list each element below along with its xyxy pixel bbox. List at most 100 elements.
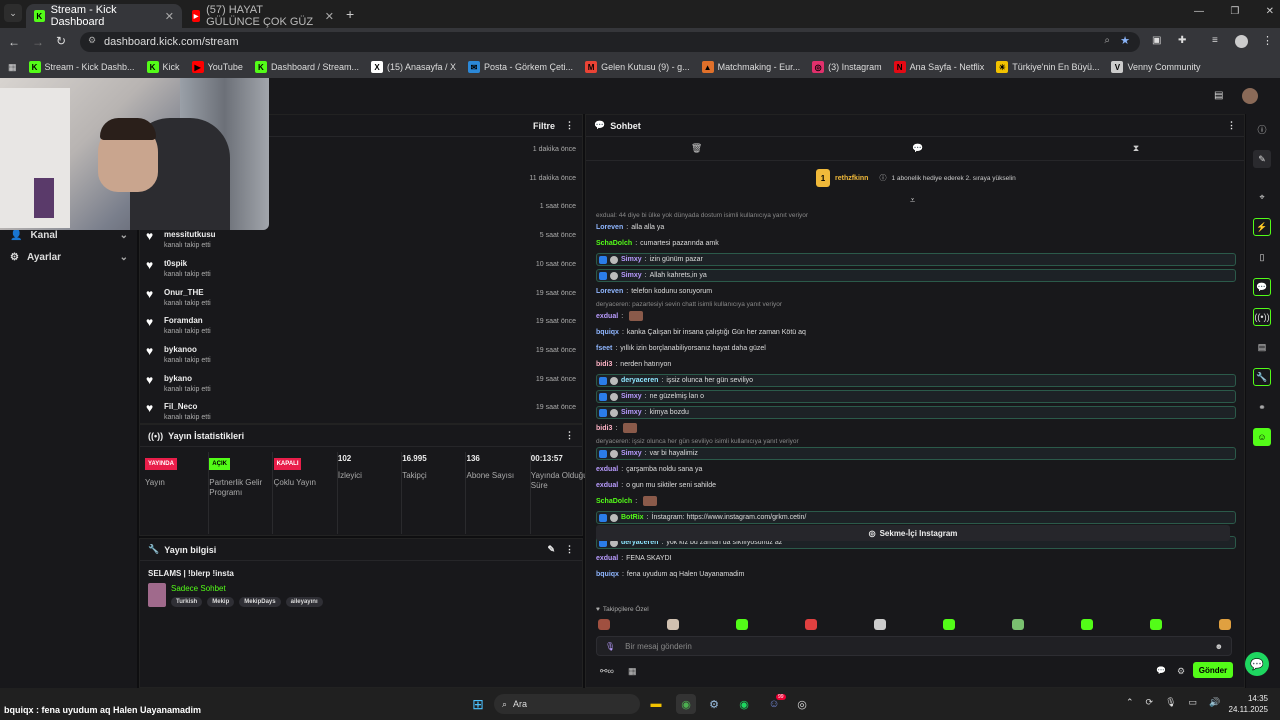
emote-icon[interactable] [1219, 619, 1231, 630]
follower-name[interactable]: bykano [164, 374, 192, 383]
mic-icon[interactable]: 🎙 [605, 642, 615, 651]
tag-chip[interactable]: Turkish [171, 597, 203, 607]
minimize-icon[interactable]: — [1194, 6, 1204, 17]
share-icon[interactable]: ⚭ [1253, 398, 1271, 416]
menu-dots-icon[interactable]: ⋮ [1262, 34, 1273, 47]
collapse-icon[interactable]: ⩡ [910, 195, 915, 206]
category-link[interactable]: Sadece Sohbet [171, 584, 226, 593]
tag-chip[interactable]: Mekip [207, 597, 235, 607]
maximize-icon[interactable]: ❐ [1230, 6, 1239, 17]
close-window-icon[interactable]: ✕ [1266, 6, 1274, 17]
emote-icon[interactable] [1081, 619, 1093, 630]
studio-icon[interactable]: ▤ [1214, 90, 1223, 101]
spotify-icon[interactable]: ◉ [734, 694, 754, 714]
bookmark-star-icon[interactable]: ★ [1120, 34, 1130, 47]
follower-name[interactable]: Foramdan [164, 316, 203, 325]
emote-icon[interactable] [1012, 619, 1024, 630]
follower-name[interactable]: Fil_Neco [164, 402, 197, 411]
chat-username[interactable]: exdual [596, 466, 618, 473]
trash-icon[interactable]: 🗑 [691, 143, 702, 154]
bookmark-item[interactable]: ▶ YouTube [191, 61, 243, 73]
emote-icon[interactable] [943, 619, 955, 630]
chat-username[interactable]: SchaDolch [596, 498, 632, 505]
bot-icon[interactable]: ☺ [1253, 428, 1271, 446]
emote-icon[interactable] [805, 619, 817, 630]
puzzle-icon[interactable]: ✚ [1178, 35, 1186, 46]
zoom-icon[interactable]: ⌕ [1104, 35, 1110, 46]
bookmark-item[interactable]: K Kick [146, 61, 180, 73]
steam-icon[interactable]: ⚙ [704, 694, 724, 714]
emote-icon[interactable] [736, 619, 748, 630]
obs-icon[interactable]: ◎ [792, 694, 812, 714]
network-icon[interactable]: ▭ [1189, 697, 1198, 708]
bookmark-item[interactable]: K Dashboard / Stream... [254, 61, 359, 73]
wrench-icon[interactable]: 🔧 [1253, 368, 1271, 386]
site-info-icon[interactable]: ⚙ [88, 35, 96, 46]
bookmark-item[interactable]: ☀ Türkiye'nin En Büyü... [996, 61, 1099, 73]
hourglass-icon[interactable]: ⧗ [1133, 143, 1139, 154]
chat-username[interactable]: Simxy [621, 450, 642, 457]
emote-icon[interactable] [598, 619, 610, 630]
layers-icon[interactable]: ▤ [1253, 338, 1271, 356]
chat-settings-icon[interactable]: 💬 [1156, 666, 1166, 675]
bookmark-item[interactable]: ◎ (3) Instagram [812, 61, 882, 73]
chat-username[interactable]: SchaDolch [596, 240, 632, 247]
chat-username[interactable]: fseet [596, 345, 612, 352]
bookmark-item[interactable]: ✉ Posta - Görkem Çeti... [468, 61, 573, 73]
gear-icon[interactable]: ⚙ [1177, 666, 1185, 677]
filter-button[interactable]: Filtre [533, 121, 555, 131]
taskbar-search[interactable]: ⌕ Ara [494, 694, 640, 714]
chat-username[interactable]: Simxy [621, 256, 642, 263]
chat-username[interactable]: Loreven [596, 288, 623, 295]
nav-settings[interactable]: ⚙ Ayarlar ⌄ [10, 252, 128, 263]
pencil-icon[interactable]: ✎ [1253, 150, 1271, 168]
chat-username[interactable]: exdual [596, 482, 618, 489]
new-tab-button[interactable]: + [346, 6, 354, 22]
bookmark-item[interactable]: N Ana Sayfa - Netflix [893, 61, 984, 73]
tab-search-button[interactable]: ⌄ [4, 4, 22, 22]
chat-username[interactable]: Simxy [621, 272, 642, 279]
follower-name[interactable]: messitutkusu [164, 230, 216, 239]
mic-icon[interactable]: 🎙 [1165, 697, 1176, 708]
reading-list-icon[interactable]: ≡ [1212, 35, 1218, 46]
close-tab-icon[interactable]: ✕ [325, 10, 334, 23]
pinned-user[interactable]: rethzfkinn [835, 175, 868, 182]
url-field[interactable]: ⚙ dashboard.kick.com/stream ⌕ ★ [80, 32, 1140, 52]
close-tab-icon[interactable]: ✕ [165, 10, 174, 23]
edit-icon[interactable]: ✎ [547, 544, 555, 555]
chat-username[interactable]: bquiqx [596, 571, 619, 578]
target-icon[interactable]: ⌖ [1253, 188, 1271, 206]
chat-input[interactable]: 🎙 Bir mesaj gönderin ☻ [596, 636, 1232, 656]
info-icon[interactable]: ⓘ [1253, 120, 1271, 138]
volume-icon[interactable]: 🔊 [1209, 697, 1220, 708]
chat-username[interactable]: bidi3 [596, 361, 612, 368]
menu-dots-icon[interactable]: ⋮ [565, 430, 574, 441]
profile-avatar[interactable] [1235, 35, 1248, 48]
chat-username[interactable]: BotRix [621, 514, 644, 521]
tag-chip[interactable]: MekipDays [239, 597, 281, 607]
menu-dots-icon[interactable]: ⋮ [565, 120, 574, 131]
clock[interactable]: 14:35 24.11.2025 [1226, 693, 1268, 715]
extensions-icon[interactable]: ▣ [1152, 35, 1161, 46]
chat-username[interactable]: bquiqx [596, 329, 619, 336]
file-icon[interactable]: ▯ [1253, 248, 1271, 266]
emoji-icon[interactable]: ☻ [1215, 642, 1223, 651]
chat-username[interactable]: Simxy [621, 409, 642, 416]
bookmark-item[interactable]: X (15) Anasayfa / X [370, 61, 456, 73]
emote-icon[interactable] [667, 619, 679, 630]
nav-channel[interactable]: 👤 Kanal ⌄ [10, 230, 128, 241]
user-avatar[interactable] [1242, 88, 1258, 104]
follower-name[interactable]: Onur_THE [164, 288, 204, 297]
bookmark-item[interactable]: ▲ Matchmaking - Eur... [701, 61, 800, 73]
windows-start-icon[interactable]: ⊞ [468, 694, 488, 714]
back-icon[interactable]: ← [8, 35, 20, 49]
tag-chip[interactable]: aileyayını [285, 597, 323, 607]
sync-icon[interactable]: ⟳ [1146, 697, 1154, 708]
chat-icon[interactable]: 💬 [1253, 278, 1271, 296]
follower-name[interactable]: t0spik [164, 259, 187, 268]
chat-username[interactable]: deryaceren [621, 377, 658, 384]
menu-dots-icon[interactable]: ⋮ [565, 544, 574, 555]
chat-username[interactable]: bidi3 [596, 425, 612, 432]
tab-kick-dashboard[interactable]: K Stream - Kick Dashboard ✕ [26, 4, 182, 28]
broadcast-icon[interactable]: ((•)) [1253, 308, 1271, 326]
